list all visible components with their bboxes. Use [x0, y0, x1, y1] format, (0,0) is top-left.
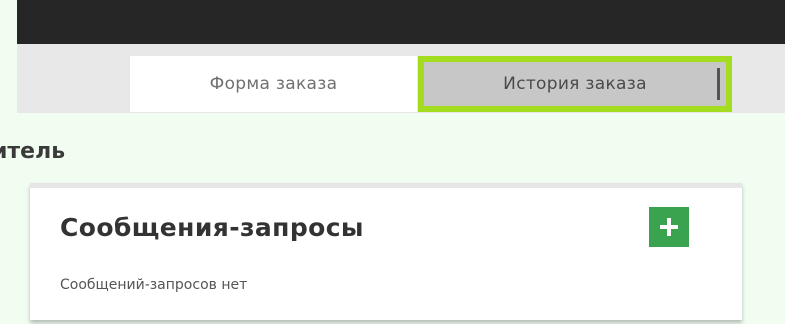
page: Форма заказа История заказа итель Сообще…	[0, 0, 785, 324]
tab-order-form-label: Форма заказа	[209, 74, 338, 94]
section-heading: итель	[0, 137, 200, 167]
plus-icon	[660, 218, 678, 236]
tab-order-history-label: История заказа	[503, 74, 647, 94]
add-message-button[interactable]	[649, 207, 689, 247]
panel-title: Сообщения-запросы	[60, 213, 364, 242]
empty-state-text: Сообщений-запросов нет	[60, 277, 248, 293]
tab-order-form[interactable]: Форма заказа	[130, 56, 417, 112]
section-heading-text: итель	[0, 139, 66, 164]
tab-edge-marker	[717, 68, 720, 100]
tab-order-history[interactable]: История заказа	[418, 56, 732, 112]
messages-panel: Сообщения-запросы Сообщений-запросов нет	[30, 183, 742, 320]
top-bar	[17, 0, 785, 44]
